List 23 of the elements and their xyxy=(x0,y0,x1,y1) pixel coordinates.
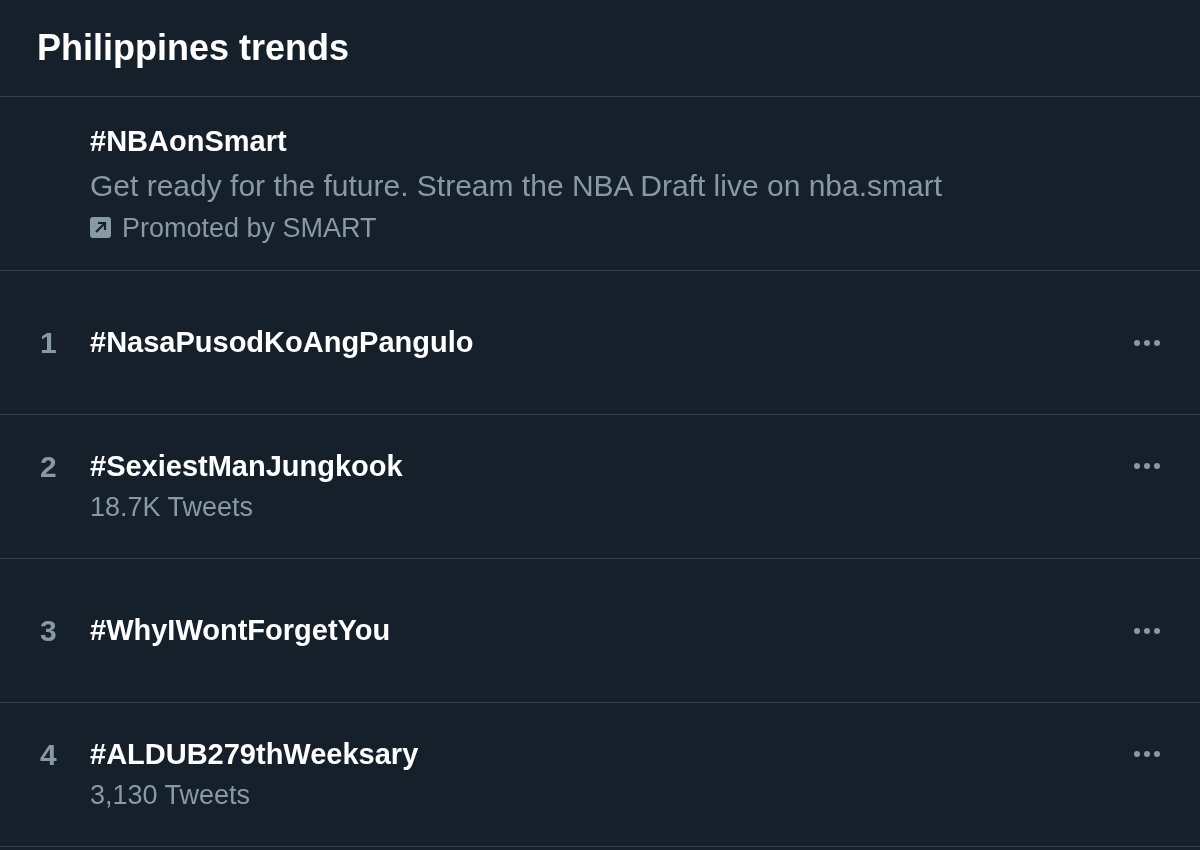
trend-hashtag[interactable]: #WhyIWontForgetYou xyxy=(90,610,391,651)
more-button[interactable] xyxy=(1134,463,1160,469)
arrow-square-icon xyxy=(90,217,111,238)
trend-hashtag[interactable]: #ALDUB279thWeeksary xyxy=(90,733,419,775)
page-title: Philippines trends xyxy=(37,26,350,70)
more-button[interactable] xyxy=(1134,751,1160,757)
tweet-count: 3,130 Tweets xyxy=(90,778,251,812)
ellipsis-icon xyxy=(1134,463,1160,469)
ellipsis-icon xyxy=(1134,751,1160,757)
promoted-description: Get ready for the future. Stream the NBA Draft live on nba.smart xyxy=(90,167,943,204)
tweet-count: 18.7K Tweets xyxy=(90,490,254,524)
trend-rank: 2 xyxy=(40,448,58,485)
ellipsis-icon xyxy=(1134,339,1160,346)
promoted-hashtag[interactable]: #NBAonSmart xyxy=(90,118,287,164)
more-button[interactable] xyxy=(1134,627,1160,634)
trend-rank: 1 xyxy=(40,325,58,361)
trend-hashtag[interactable]: #SexiestManJungkook xyxy=(90,445,403,487)
ellipsis-icon xyxy=(1134,627,1160,634)
more-button[interactable] xyxy=(1134,339,1160,346)
trend-rank: 3 xyxy=(40,613,58,649)
trend-rank: 4 xyxy=(40,736,58,773)
promoted-by-label: Promoted by SMART xyxy=(122,211,377,245)
trend-hashtag[interactable]: #NasaPusodKoAngPangulo xyxy=(90,322,474,363)
